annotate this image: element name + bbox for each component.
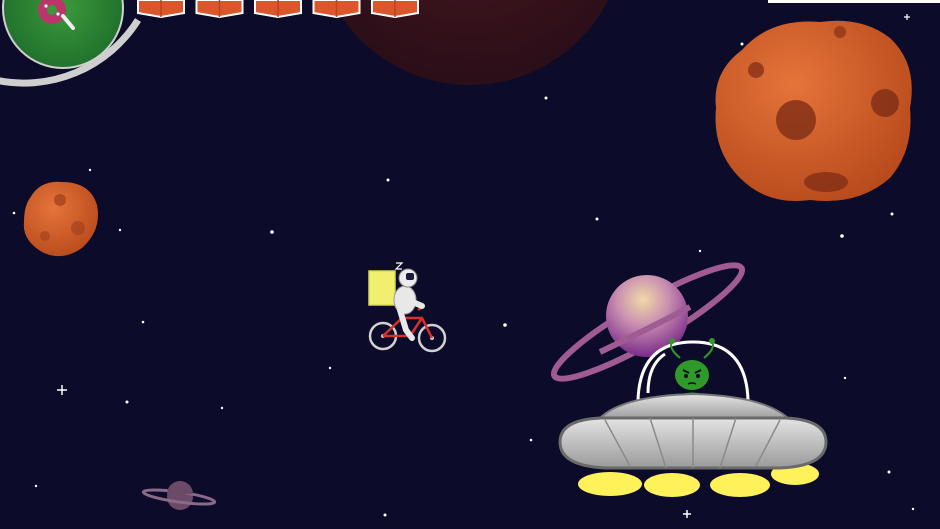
ringed-planet-small [141, 481, 217, 510]
hud-box-counter [137, 0, 419, 19]
hud-box-icon [312, 0, 361, 19]
health-bar [768, 0, 940, 3]
hud-box-icon [137, 0, 185, 19]
asteroid-small [23, 181, 98, 257]
hud-box-icon [254, 0, 302, 19]
minimap [0, 0, 141, 87]
asteroid-large [715, 20, 912, 202]
red-planet [331, 0, 609, 85]
hud-box-icon [371, 0, 419, 19]
enemy-ufo-alien [558, 338, 828, 497]
space-scene [0, 0, 915, 518]
player-astronaut-bicycle [368, 262, 447, 353]
game-canvas[interactable] [0, 0, 940, 529]
hud-box-icon [195, 0, 244, 19]
delivery-box-icon [368, 270, 396, 306]
